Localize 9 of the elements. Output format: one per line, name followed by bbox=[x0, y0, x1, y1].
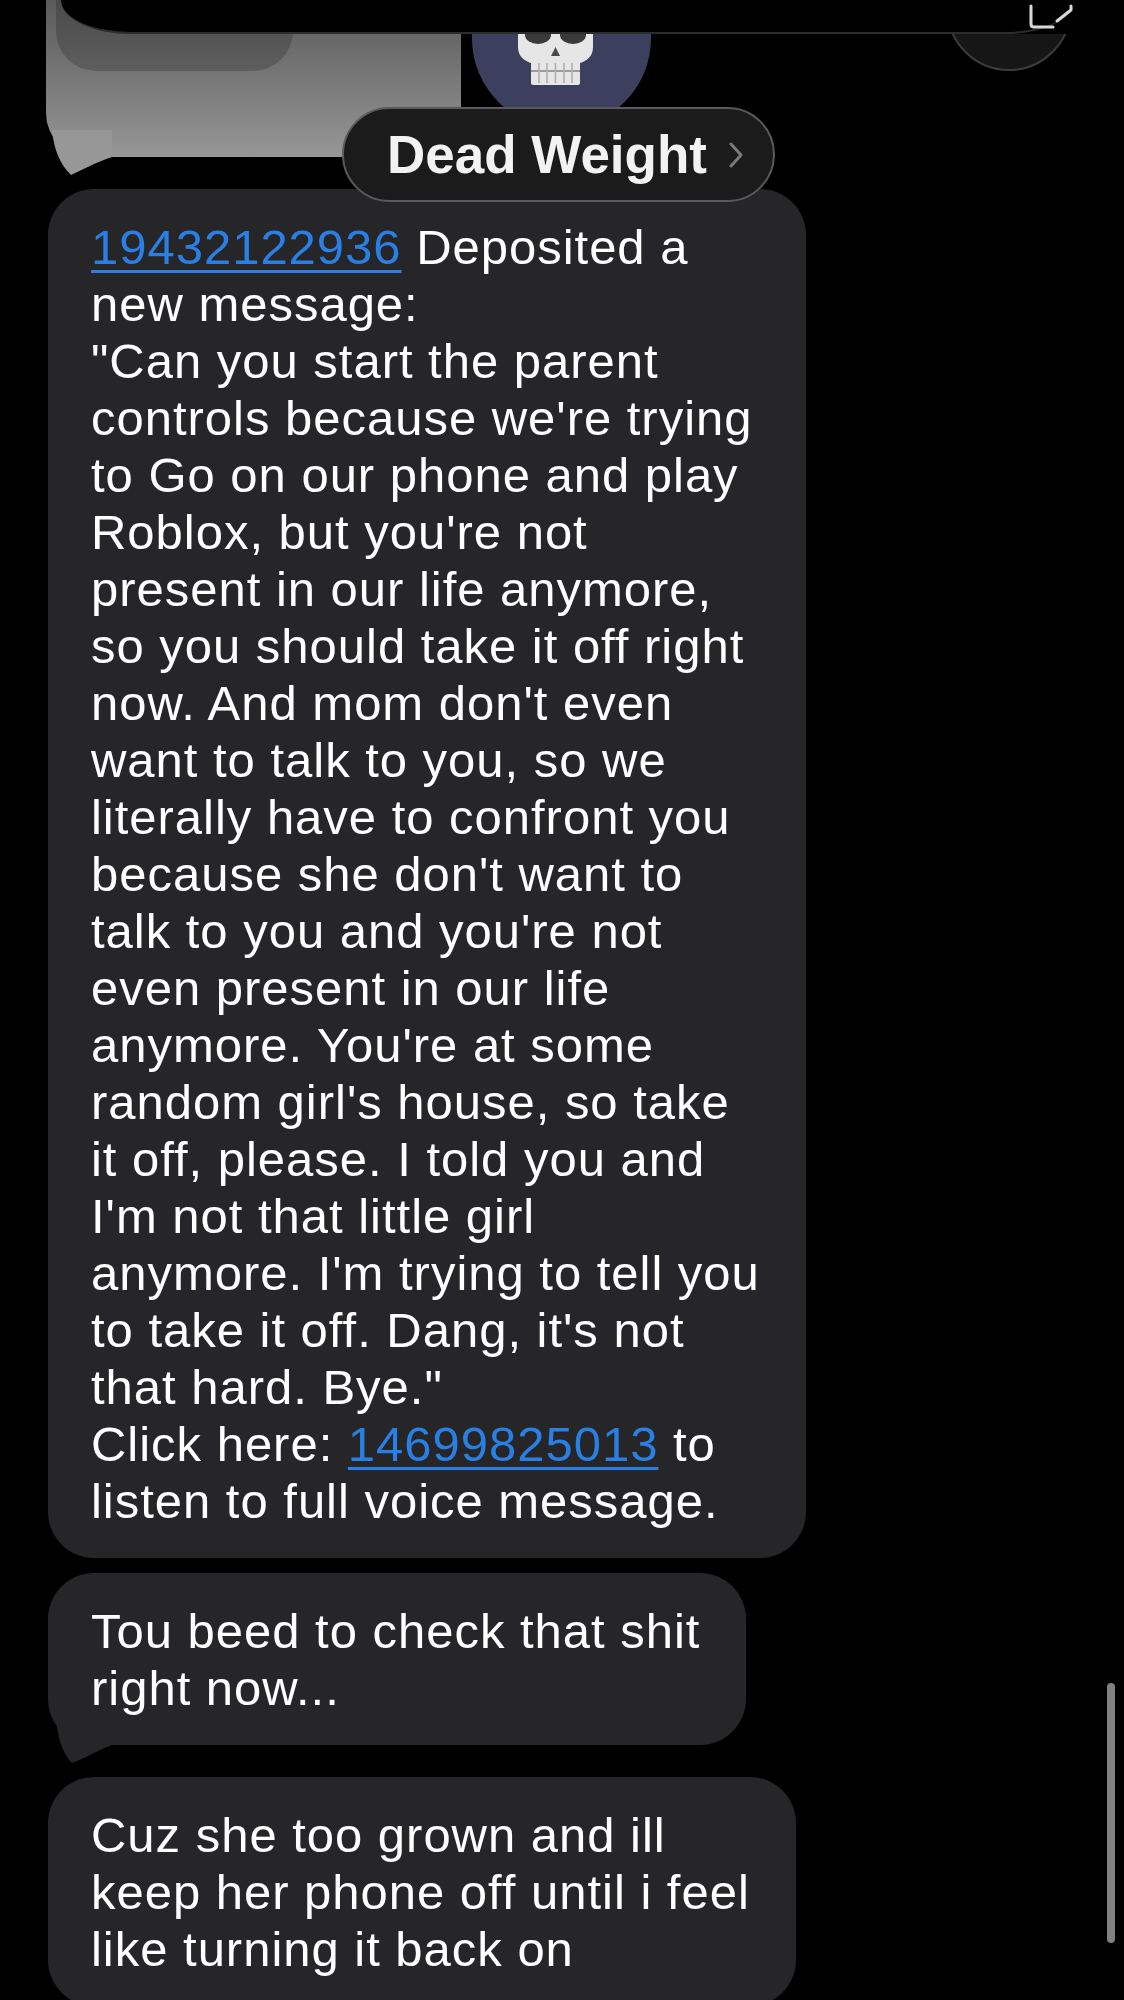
message-text: Tou beed to check that shit right now... bbox=[91, 1603, 701, 1717]
message-text: 19432122936 Deposited a new message: "Can you start the parent controls because we're trying to Go on our phone and play Roblox, but you're not present in our life anymore, so you should take it off right now. And mom don't even want to talk to you, so we literally have to confront you because she don't want to talk to you and you're not even present in our life anymore. You're at some random girl's house, so take it off, please. I told you and I'm not that little girl anymore. I'm trying to tell you to take it off. Dang, it's not that hard. Bye." Click here: 14699825013 to listen to full voice message. bbox=[91, 219, 760, 1530]
message-text: Cuz she too grown and ill keep her phone off until i feel like turning it back on bbox=[91, 1807, 750, 1978]
contact-name-button[interactable]: Dead Weight bbox=[342, 107, 775, 202]
phone-link[interactable]: 19432122936 bbox=[91, 220, 402, 274]
phone-link[interactable]: 14699825013 bbox=[347, 1417, 659, 1471]
video-camera-icon bbox=[1029, 4, 1073, 30]
bubble-tail bbox=[52, 130, 112, 176]
chevron-right-icon bbox=[729, 141, 743, 168]
